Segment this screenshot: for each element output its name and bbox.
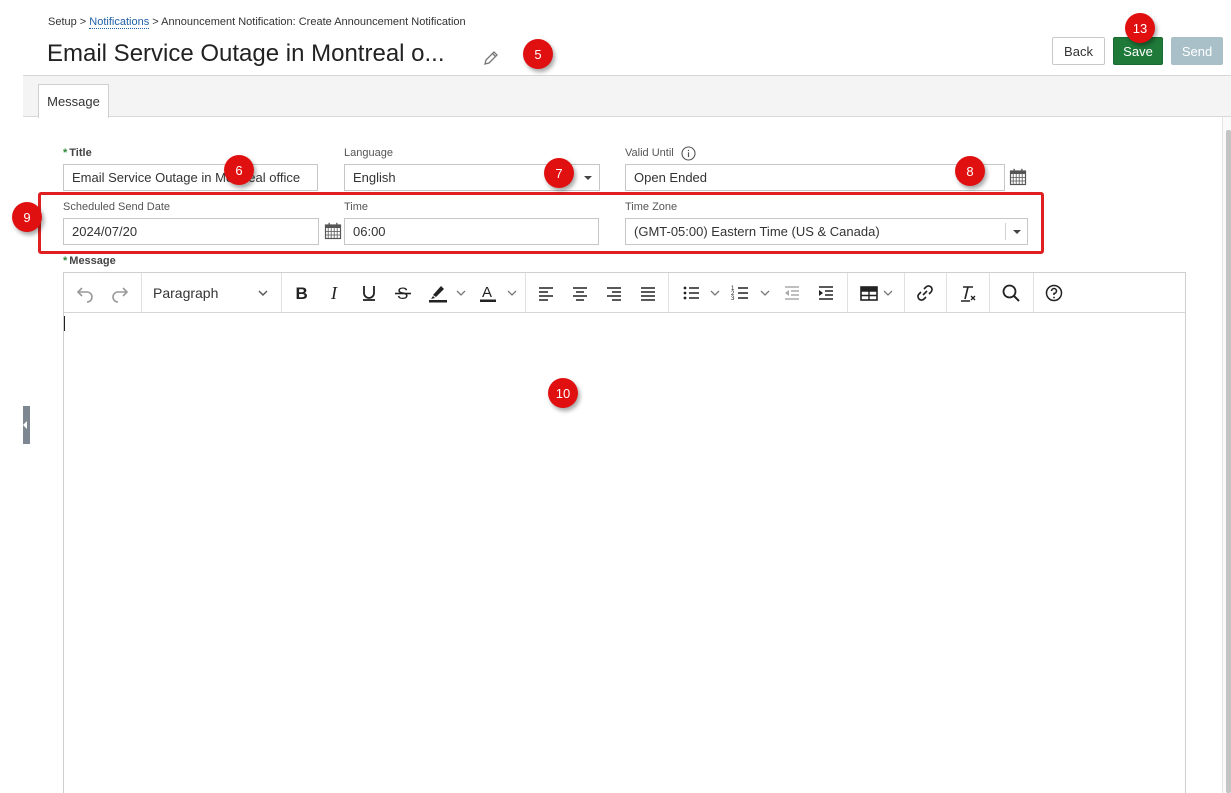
undo-icon[interactable] <box>72 279 98 307</box>
breadcrumb-setup[interactable]: Setup <box>48 16 77 28</box>
chevron-down-icon[interactable] <box>254 279 272 307</box>
link-icon[interactable] <box>912 279 938 307</box>
chevron-down-icon[interactable] <box>584 176 592 180</box>
toolbar-separator <box>989 273 990 312</box>
language-value: English <box>353 170 396 185</box>
redo-icon[interactable] <box>107 279 133 307</box>
text-color-icon[interactable]: A <box>475 279 501 307</box>
align-right-icon[interactable] <box>601 279 627 307</box>
svg-text:A: A <box>482 284 492 301</box>
chevron-down-icon[interactable] <box>758 279 772 307</box>
send-button[interactable]: Send <box>1171 37 1223 65</box>
table-icon[interactable] <box>855 279 883 307</box>
toolbar-separator <box>141 273 142 312</box>
toolbar-separator <box>1033 273 1034 312</box>
scrollbar-thumb[interactable] <box>1226 130 1231 793</box>
indent-icon[interactable] <box>813 279 839 307</box>
clear-formatting-icon[interactable] <box>955 279 981 307</box>
language-label: Language <box>344 147 393 159</box>
highlight-color-icon[interactable] <box>424 279 452 307</box>
annotation-highlight-box <box>38 192 1044 254</box>
side-panel-toggle[interactable] <box>23 406 30 444</box>
bullet-list-icon[interactable] <box>678 279 704 307</box>
numbered-list-icon[interactable]: 123 <box>727 279 753 307</box>
calendar-icon[interactable] <box>1009 168 1027 186</box>
breadcrumb-separator: > <box>76 16 90 28</box>
svg-text:B: B <box>296 284 308 303</box>
annotation-marker-10: 10 <box>548 378 578 408</box>
breadcrumb-separator: > <box>149 16 162 28</box>
chevron-down-icon[interactable] <box>708 279 722 307</box>
text-caret <box>64 316 65 331</box>
paragraph-format-value: Paragraph <box>153 285 219 301</box>
title-label: * Title <box>63 147 92 159</box>
breadcrumb-notifications-link[interactable]: Notifications <box>89 16 150 29</box>
editor-toolbar: Paragraph B I S A 1 2 3 <box>64 273 1185 313</box>
help-icon[interactable] <box>1041 279 1067 307</box>
page-title: Email Service Outage in Montreal o... <box>47 40 445 67</box>
annotation-marker-5: 5 <box>523 39 553 69</box>
outdent-icon[interactable] <box>779 279 805 307</box>
tab-bar: Message <box>23 76 1231 118</box>
strikethrough-icon[interactable]: S <box>390 279 416 307</box>
underline-icon[interactable] <box>356 279 382 307</box>
editor-content-area[interactable] <box>64 313 1185 793</box>
search-icon[interactable] <box>998 279 1024 307</box>
annotation-marker-6: 6 <box>224 155 254 185</box>
align-left-icon[interactable] <box>533 279 559 307</box>
pencil-icon[interactable] <box>481 48 501 68</box>
bold-icon[interactable]: B <box>288 279 314 307</box>
tab-message[interactable]: Message <box>38 84 109 118</box>
svg-text:3: 3 <box>731 296 735 302</box>
title-input[interactable]: Email Service Outage in Montreal office <box>63 164 318 191</box>
annotation-marker-13: 13 <box>1125 13 1155 43</box>
valid-until-input[interactable]: Open Ended <box>625 164 1005 191</box>
toolbar-separator <box>281 273 282 312</box>
toolbar-separator <box>946 273 947 312</box>
align-justify-icon[interactable] <box>635 279 661 307</box>
italic-icon[interactable]: I <box>322 279 348 307</box>
valid-until-label: Valid Until <box>625 147 674 159</box>
back-button[interactable]: Back <box>1052 37 1105 65</box>
align-center-icon[interactable] <box>567 279 593 307</box>
breadcrumb: Setup > Notifications > Announcement Not… <box>48 16 466 29</box>
info-icon[interactable] <box>681 146 696 161</box>
chevron-down-icon[interactable] <box>454 279 468 307</box>
toolbar-separator <box>668 273 669 312</box>
annotation-marker-7: 7 <box>544 158 574 188</box>
breadcrumb-current: Announcement Notification: Create Announ… <box>161 16 466 28</box>
chevron-down-icon[interactable] <box>881 279 895 307</box>
message-editor: Paragraph B I S A 1 2 3 <box>63 272 1186 793</box>
annotation-marker-9: 9 <box>12 202 42 232</box>
message-label: * Message <box>63 255 116 267</box>
annotation-marker-8: 8 <box>955 156 985 186</box>
toolbar-separator <box>525 273 526 312</box>
toolbar-separator <box>847 273 848 312</box>
toolbar-separator <box>904 273 905 312</box>
svg-text:I: I <box>330 283 338 303</box>
chevron-down-icon[interactable] <box>505 279 519 307</box>
